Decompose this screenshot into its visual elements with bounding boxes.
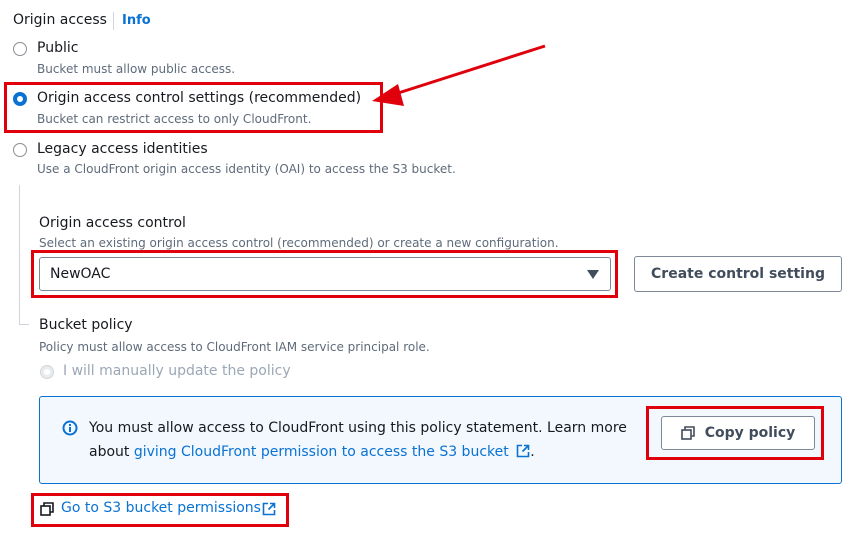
alert-text-line2: about giving CloudFront permission to ac… [89,444,535,460]
bucket-policy-desc: Policy must allow access to CloudFront I… [39,340,430,354]
annotation-box-copy [646,406,824,460]
alert-text-prefix: about [89,444,134,460]
annotation-box-s3-link [31,493,289,527]
radio-label-legacy[interactable]: Legacy access identities [37,141,208,157]
radio-desc-legacy: Use a CloudFront origin access identity … [37,162,456,176]
oac-desc: Select an existing origin access control… [39,236,559,250]
info-circle-icon [62,420,78,436]
radio-manual-update[interactable] [40,365,54,379]
radio-legacy[interactable] [13,143,27,157]
alert-text-line1: You must allow access to CloudFront usin… [89,420,627,436]
annotation-box-select [31,250,618,298]
bucket-policy-label: Bucket policy [39,317,133,333]
radio-label-manual-update: I will manually update the policy [63,363,291,379]
create-control-setting-button[interactable]: Create control setting [634,256,842,292]
alert-text-suffix: . [530,444,535,460]
external-link-icon[interactable] [516,444,530,458]
nested-guide-line [19,185,20,325]
cloudfront-permission-link[interactable]: giving CloudFront permission to access t… [134,444,509,460]
oac-label: Origin access control [39,215,186,231]
nested-guide-tick [19,324,29,325]
